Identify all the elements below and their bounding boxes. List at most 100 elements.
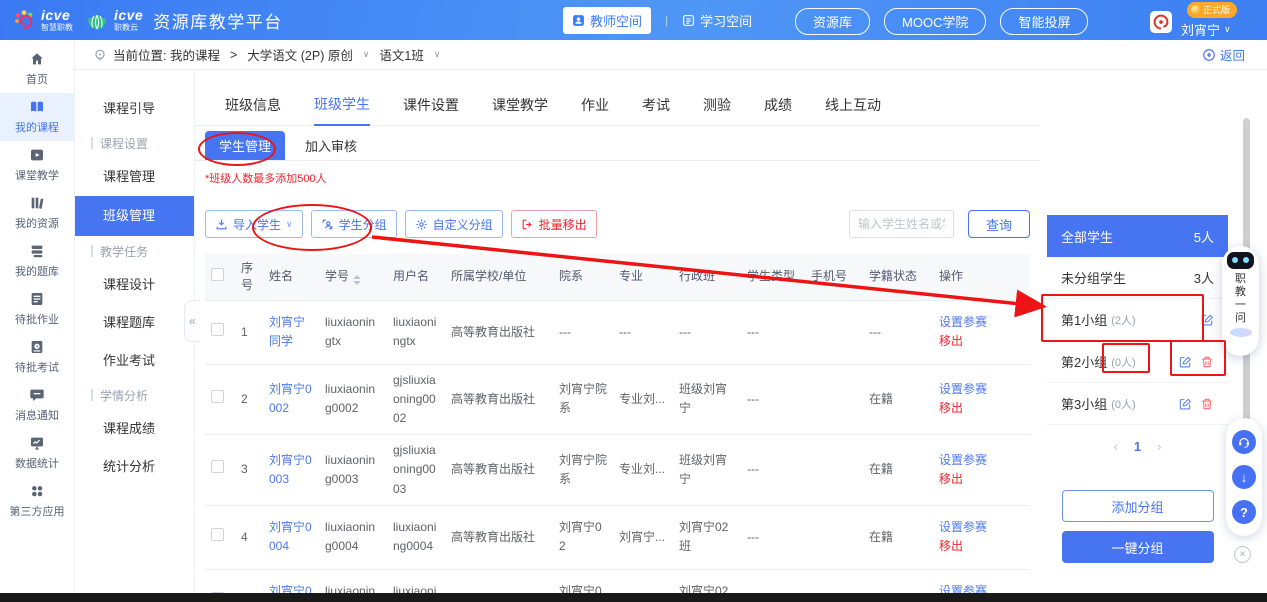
resource-library-button[interactable]: 资源库 [795,8,870,35]
submenu-item-homework-exam[interactable]: 作业考试 [75,342,194,380]
student-name-link[interactable]: 刘宵宁0002 [269,382,312,415]
sidebar-item-my-question-bank[interactable]: 我的题库 [0,237,74,285]
teacher-space-button[interactable]: 教师空间 [563,7,651,34]
submenu-collapse-handle[interactable]: « [184,300,200,342]
sort-control[interactable] [353,275,361,285]
ungrouped-count: 3人 [1194,268,1214,287]
set-contest-link[interactable]: 设置参赛 [939,380,1024,399]
help-button[interactable]: ? [1232,500,1256,524]
sidebar-item-pending-homework[interactable]: 待批作业 [0,285,74,333]
submenu-item-course-management[interactable]: 课程管理 [75,158,194,196]
sidebar-item-my-courses[interactable]: 我的课程 [0,93,74,141]
breadcrumb-course-select[interactable]: 大学语文 (2P) 原创 [247,45,353,64]
tab-grades[interactable]: 成绩 [764,95,792,125]
import-students-button[interactable]: 导入学生 ∨ [205,210,303,238]
submenu-item-course-guide[interactable]: 课程引导 [75,90,194,128]
student-space-icon [682,14,695,27]
edit-icon[interactable] [1178,355,1192,369]
table-row: 3 刘宵宁0003 liuxiaoning0003 gjsliuxiaoning… [205,435,1030,506]
sidebar-item-my-resources[interactable]: 我的资源 [0,189,74,237]
icve-zhihuizhijiao-logo: icve 智慧职教 [12,8,73,32]
student-grouping-button[interactable]: 学生分组 [311,210,397,238]
back-button[interactable]: 返回 [1202,45,1245,64]
breadcrumb-class-select[interactable]: 语文1班 [379,45,423,64]
page-number[interactable]: 1 [1134,439,1141,454]
edit-icon[interactable] [1200,313,1214,327]
page-next-arrow[interactable]: › [1157,439,1161,454]
move-out-icon [521,218,534,231]
close-widgets-button[interactable]: × [1234,546,1251,563]
sidebar-item-data-statistics[interactable]: 数据统计 [0,429,74,477]
tab-class-info[interactable]: 班级信息 [225,95,281,125]
download-button[interactable]: ↓ [1232,465,1256,489]
set-contest-link[interactable]: 设置参赛 [939,451,1024,470]
assistant-widget[interactable]: 职 教 一 问 [1222,246,1259,356]
mooc-college-button[interactable]: MOOC学院 [884,8,986,35]
group-filter-all[interactable]: 全部学生 5人 [1047,215,1228,257]
submenu-item-course-design[interactable]: 课程设计 [75,266,194,304]
remove-link[interactable]: 移出 [939,332,1024,351]
group-count: (0人) [1111,396,1135,412]
sidebar-item-home[interactable]: 首页 [0,45,74,93]
homework-doc-icon [29,291,45,307]
edit-icon[interactable] [1178,397,1192,411]
class-limit-notice: *班级人数最多添加500人 [205,170,1040,183]
tab-class-students[interactable]: 班级学生 [314,94,370,126]
submenu-item-course-question-bank[interactable]: 课程题库 [75,304,194,342]
tab-homework[interactable]: 作业 [581,95,609,125]
set-contest-link[interactable]: 设置参赛 [939,518,1024,537]
col-student-type: 学生类型 [741,254,805,300]
tab-exam[interactable]: 考试 [642,95,670,125]
remove-link[interactable]: 移出 [939,537,1024,556]
customer-service-button[interactable] [1232,430,1256,454]
table-row: 1 刘宵宁同学 liuxiaoningtx liuxiaoningtx 高等教育… [205,300,1030,364]
user-menu[interactable]: 刘宵宁 ∨ [1181,20,1231,39]
smart-cast-button[interactable]: 智能投屏 [1000,8,1088,35]
chevron-down-icon[interactable]: ∨ [363,49,370,60]
submenu-item-class-management[interactable]: 班级管理 [75,196,194,236]
trash-icon[interactable] [1200,355,1214,369]
tab-quiz[interactable]: 测验 [703,95,731,125]
sidebar-item-pending-exams[interactable]: 待批考试 [0,333,74,381]
submenu-section-learning-analysis: 学情分析 [75,380,194,410]
submenu-item-course-grades[interactable]: 课程成绩 [75,410,194,448]
submenu-section-teaching-tasks: 教学任务 [75,236,194,266]
sidebar-item-classroom-teaching[interactable]: 课堂教学 [0,141,74,189]
row-checkbox[interactable] [211,460,224,473]
student-name-link[interactable]: 刘宵宁0004 [269,520,312,553]
logo-sub: 职教云 [114,24,143,32]
group-row-1[interactable]: 第1小组 (2人) [1047,299,1228,341]
remove-link[interactable]: 移出 [939,470,1024,489]
select-all-checkbox[interactable] [211,268,224,281]
tab-courseware-settings[interactable]: 课件设置 [403,95,459,125]
student-space-button[interactable]: 学习空间 [682,11,752,30]
header-quick-links: 资源库 MOOC学院 智能投屏 [795,8,1088,35]
custom-grouping-button[interactable]: 自定义分组 [405,210,503,238]
batch-remove-button[interactable]: 批量移出 [511,210,597,238]
tab-classroom-teaching[interactable]: 课堂教学 [492,95,548,125]
page-prev-arrow[interactable]: ‹ [1114,439,1118,454]
student-name-link[interactable]: 刘宵宁同学 [269,315,305,348]
chevron-down-icon[interactable]: ∨ [434,49,441,60]
row-checkbox[interactable] [211,323,224,336]
sidebar-item-third-party-apps[interactable]: 第三方应用 [0,477,74,525]
subtab-student-management[interactable]: 学生管理 [205,131,285,160]
row-checkbox[interactable] [211,390,224,403]
group-row-3[interactable]: 第3小组 (0人) [1047,383,1228,425]
subtab-join-audit[interactable]: 加入审核 [303,131,359,160]
trash-icon[interactable] [1200,397,1214,411]
student-search-input[interactable] [849,210,954,238]
query-button[interactable]: 查询 [968,210,1030,238]
group-filter-ungrouped[interactable]: 未分组学生 3人 [1047,257,1228,299]
set-contest-link[interactable]: 设置参赛 [939,313,1024,332]
one-click-group-button[interactable]: 一键分组 [1062,531,1214,563]
row-checkbox[interactable] [211,528,224,541]
submenu-item-statistical-analysis[interactable]: 统计分析 [75,448,194,486]
add-group-button[interactable]: 添加分组 [1062,490,1214,522]
remove-link[interactable]: 移出 [939,399,1024,418]
tab-online-interaction[interactable]: 线上互动 [825,95,881,125]
sidebar-item-messages[interactable]: 消息通知 [0,381,74,429]
group-row-2[interactable]: 第2小组 (0人) [1047,341,1228,383]
student-name-link[interactable]: 刘宵宁0003 [269,453,312,486]
col-operation: 操作 [933,254,1030,300]
